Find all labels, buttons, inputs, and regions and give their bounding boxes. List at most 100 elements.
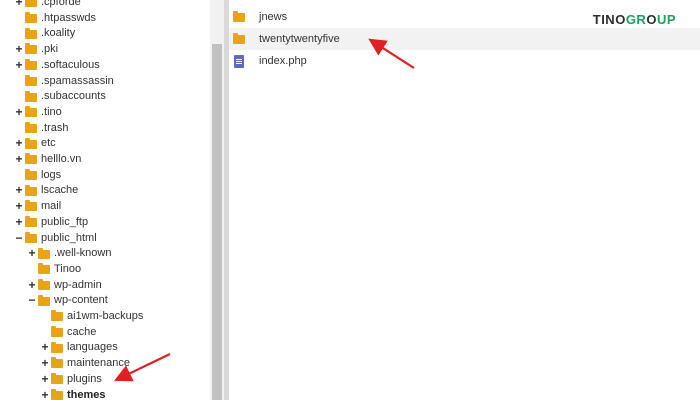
expand-icon[interactable]: +	[40, 356, 50, 372]
file-list-panel: jnews twentytwentyfive index.php TINOGROUP	[229, 0, 700, 400]
expand-icon[interactable]: +	[40, 388, 50, 400]
tree-item-label[interactable]: .htpasswds	[41, 11, 96, 27]
tree-item-label[interactable]: .koality	[41, 26, 75, 42]
tree-item[interactable]: − public_html	[14, 231, 97, 247]
tree-item[interactable]: .koality	[14, 26, 75, 42]
tree-item-label[interactable]: .tino	[41, 105, 62, 121]
folder-icon	[38, 278, 50, 290]
tree-item[interactable]: + languages	[40, 340, 118, 356]
tree-item-label[interactable]: .cpforde	[41, 0, 81, 11]
folder-icon	[25, 27, 37, 39]
folder-icon	[38, 294, 50, 306]
expand-icon[interactable]: +	[14, 105, 24, 121]
folder-icon	[25, 200, 37, 212]
tree-item-label[interactable]: mail	[41, 199, 61, 215]
folder-icon	[25, 216, 37, 228]
tree-item[interactable]: + .cpforde	[14, 0, 81, 11]
file-name[interactable]: twentytwentyfive	[259, 33, 340, 45]
document-icon	[234, 54, 244, 68]
tree-item-label[interactable]: languages	[67, 340, 118, 356]
tree-item-label[interactable]: .spamassassin	[41, 74, 114, 90]
folder-icon	[25, 74, 37, 86]
tree-scrollbar-thumb[interactable]	[212, 44, 222, 400]
tree-item[interactable]: − wp-content	[27, 293, 108, 309]
tree-item[interactable]: .trash	[14, 121, 69, 137]
expand-icon[interactable]: +	[14, 152, 24, 168]
tree-item[interactable]: + public_ftp	[14, 215, 88, 231]
tree-item-label[interactable]: themes	[67, 388, 106, 400]
tree-item-label[interactable]: .trash	[41, 121, 69, 137]
tree-item[interactable]: + helllo.vn	[14, 152, 81, 168]
tree-item-label[interactable]: .well-known	[54, 246, 111, 262]
folder-icon	[51, 310, 63, 322]
file-row[interactable]: index.php	[229, 50, 700, 72]
file-name[interactable]: index.php	[259, 55, 307, 67]
tree-item[interactable]: + maintenance	[40, 356, 130, 372]
folder-icon	[25, 153, 37, 165]
tree-item-label[interactable]: .subaccounts	[41, 89, 106, 105]
folder-icon	[38, 247, 50, 259]
expand-icon[interactable]: +	[14, 58, 24, 74]
folder-icon	[51, 341, 63, 353]
tree-item[interactable]: + wp-admin	[27, 278, 102, 294]
folder-icon	[38, 263, 50, 275]
expand-icon[interactable]: +	[14, 215, 24, 231]
collapse-icon[interactable]: −	[27, 293, 37, 309]
tree-item[interactable]: logs	[14, 168, 61, 184]
tree-item-label[interactable]: plugins	[67, 372, 102, 388]
tree-item-label[interactable]: Tinoo	[54, 262, 81, 278]
tree-item-label[interactable]: .pki	[41, 42, 58, 58]
tree-item-label[interactable]: wp-content	[54, 293, 108, 309]
file-name[interactable]: jnews	[259, 11, 287, 23]
expand-icon[interactable]: +	[14, 183, 24, 199]
tree-item[interactable]: + .softaculous	[14, 58, 100, 74]
tree-item-label[interactable]: public_html	[41, 231, 97, 247]
tree-item[interactable]: .spamassassin	[14, 74, 114, 90]
folder-icon	[25, 184, 37, 196]
folder-icon	[25, 90, 37, 102]
tree-item-label[interactable]: maintenance	[67, 356, 130, 372]
tree-item-label[interactable]: ai1wm-backups	[67, 309, 143, 325]
folder-icon	[25, 231, 37, 243]
expand-icon[interactable]: +	[27, 278, 37, 294]
tree-item[interactable]: + lscache	[14, 183, 78, 199]
folder-icon	[51, 388, 63, 400]
tree-item-label[interactable]: wp-admin	[54, 278, 102, 294]
tree-item[interactable]: + plugins	[40, 372, 102, 388]
folder-icon	[25, 121, 37, 133]
expand-icon[interactable]: +	[14, 0, 24, 11]
tree-item[interactable]: .subaccounts	[14, 89, 106, 105]
tree-item-label[interactable]: public_ftp	[41, 215, 88, 231]
expand-icon[interactable]: +	[14, 136, 24, 152]
collapse-icon[interactable]: −	[14, 231, 24, 247]
tree-item-label[interactable]: lscache	[41, 183, 78, 199]
tree-item[interactable]: + themes	[40, 388, 106, 400]
tree-item-label[interactable]: etc	[41, 136, 56, 152]
tree-item[interactable]: Tinoo	[27, 262, 81, 278]
expand-icon[interactable]: +	[14, 42, 24, 58]
tree-item[interactable]: + .pki	[14, 42, 58, 58]
tree-item[interactable]: + mail	[14, 199, 61, 215]
expand-icon[interactable]: +	[40, 340, 50, 356]
expand-icon[interactable]: +	[27, 246, 37, 262]
tree-item[interactable]: + etc	[14, 136, 56, 152]
tree-item[interactable]: cache	[40, 325, 96, 341]
tree-item[interactable]: ai1wm-backups	[40, 309, 143, 325]
tree-item-label[interactable]: logs	[41, 168, 61, 184]
folder-icon	[233, 32, 245, 44]
tree-item[interactable]: + .tino	[14, 105, 62, 121]
folder-icon	[25, 59, 37, 71]
folder-row[interactable]: twentytwentyfive	[229, 28, 700, 50]
tree-item-label[interactable]: cache	[67, 325, 96, 341]
folder-icon	[25, 12, 37, 24]
folder-icon	[51, 357, 63, 369]
tree-item-label[interactable]: .softaculous	[41, 58, 100, 74]
folder-icon	[51, 373, 63, 385]
tree-item[interactable]: .htpasswds	[14, 11, 96, 27]
tree-item[interactable]: + .well-known	[27, 246, 111, 262]
tree-item-label[interactable]: helllo.vn	[41, 152, 81, 168]
expand-icon[interactable]: +	[40, 372, 50, 388]
folder-icon	[25, 137, 37, 149]
expand-icon[interactable]: +	[14, 199, 24, 215]
folder-icon	[51, 326, 63, 338]
